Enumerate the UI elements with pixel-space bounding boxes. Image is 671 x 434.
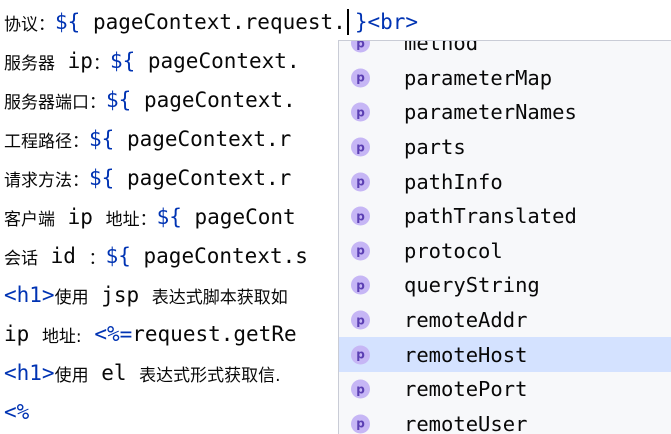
property-icon: p: [351, 102, 370, 122]
completion-item[interactable]: p pathInfo: [339, 164, 671, 199]
line-text: 服务器端口：: [4, 92, 106, 113]
line-text: 地址：: [105, 209, 157, 230]
completion-item[interactable]: p method: [339, 40, 671, 61]
jsp-expression-open: <%=: [81, 322, 133, 346]
completion-item[interactable]: p parameterMap: [339, 61, 671, 96]
code-line-10[interactable]: <h1> 使用 el 表达式形式获取信.: [4, 354, 281, 392]
line-text: 服务器: [4, 53, 55, 74]
property-icon: p: [351, 310, 370, 330]
el-open: ${: [89, 166, 115, 190]
line-text: ：: [92, 53, 110, 74]
completion-item-label: remoteHost: [404, 342, 528, 367]
line-text: 表达式形式获取信.: [139, 365, 281, 386]
property-icon: p: [351, 275, 370, 295]
code-line-2[interactable]: 服务器 ip ： ${ pageContext.: [4, 42, 300, 80]
line-text: 客户端: [4, 209, 55, 230]
el-expression: pageContext.: [131, 88, 296, 112]
completion-item[interactable]: p parameterNames: [339, 95, 671, 130]
property-icon: p: [351, 345, 370, 365]
property-icon: p: [351, 68, 370, 88]
line-code: ip: [55, 49, 93, 73]
line-code: ip: [4, 322, 42, 346]
line-code: jsp: [88, 283, 152, 307]
completion-item-label: parameterMap: [404, 65, 553, 90]
completion-item[interactable]: p queryString: [339, 268, 671, 303]
property-icon: p: [351, 206, 370, 226]
completion-item-label: pathTranslated: [404, 204, 577, 229]
code-line-6[interactable]: 客户端 ip 地址： ${ pageCont: [4, 198, 296, 236]
el-open: ${: [156, 205, 182, 229]
jsp-scriptlet-open: <%: [4, 400, 30, 424]
property-icon: p: [351, 379, 370, 399]
el-open: ${: [55, 10, 81, 34]
property-icon: p: [351, 137, 370, 157]
code-completion-popup[interactable]: p method p parameterMap p parameterNames p part…: [338, 40, 671, 434]
completion-item-label: method: [404, 40, 479, 56]
line-text: 协议：: [4, 14, 55, 35]
line-code: ip: [55, 205, 106, 229]
el-open: ${: [106, 88, 132, 112]
line-code: el: [88, 361, 140, 385]
code-line-4[interactable]: 工程路径： ${ pageContext.r: [4, 120, 291, 158]
el-expression: pageContext.: [135, 49, 300, 73]
completion-item-label: remoteAddr: [404, 308, 528, 333]
el-expression: pageContext.r: [114, 166, 292, 190]
code-line-11[interactable]: <%: [4, 393, 29, 431]
property-icon: p: [351, 414, 370, 434]
line-text: 工程路径：: [4, 131, 89, 152]
completion-item-label: parameterNames: [404, 100, 577, 125]
el-open: ${: [109, 49, 136, 73]
el-open: ${: [105, 244, 131, 268]
code-line-1[interactable]: 协议： ${ pageContext.request. } <br>: [4, 3, 418, 41]
line-text: 地址:: [41, 326, 82, 347]
code-line-9[interactable]: ip 地址: <%= request.getRe: [4, 315, 297, 353]
line-text: 会话: [4, 248, 38, 269]
completion-item-label: queryString: [404, 273, 540, 298]
line-text: 使用: [54, 365, 89, 386]
completion-item-label: protocol: [404, 238, 503, 263]
completion-item[interactable]: p remoteUser: [339, 407, 671, 434]
property-icon: p: [351, 241, 370, 261]
jsp-expression: request.getRe: [132, 322, 297, 346]
line-code: id: [38, 244, 89, 268]
el-expression: pageCont: [181, 205, 296, 229]
line-text: ：: [88, 248, 106, 269]
code-line-3[interactable]: 服务器端口： ${ pageContext.: [4, 81, 296, 119]
el-open: ${: [89, 127, 115, 151]
code-line-8[interactable]: <h1> 使用 jsp 表达式脚本获取如: [4, 276, 288, 314]
text-caret: [346, 9, 349, 35]
html-tag: <h1>: [4, 283, 55, 307]
code-line-5[interactable]: 请求方法： ${ pageContext.r: [4, 159, 291, 197]
el-expression: pageContext.request.: [80, 10, 346, 34]
completion-item[interactable]: p remoteHost: [339, 337, 671, 372]
line-text: 表达式脚本获取如: [151, 287, 288, 308]
property-icon: p: [351, 172, 370, 192]
completion-item-label: remoteUser: [404, 411, 528, 434]
completion-item-label: pathInfo: [404, 169, 503, 194]
el-expression: pageContext.r: [114, 127, 292, 151]
completion-item[interactable]: p parts: [339, 130, 671, 165]
completion-item-label: parts: [404, 135, 466, 160]
property-icon: p: [351, 41, 370, 53]
code-line-7[interactable]: 会话 id ： ${ pageContext.s: [4, 237, 308, 275]
completion-item[interactable]: p protocol: [339, 234, 671, 269]
html-tag: <br>: [367, 10, 419, 34]
el-close: }: [354, 10, 368, 34]
completion-list[interactable]: p method p parameterMap p parameterNames p part…: [339, 40, 671, 434]
completion-item-label: remotePort: [404, 377, 528, 402]
line-text: 使用: [54, 287, 89, 308]
html-tag: <h1>: [4, 361, 55, 385]
completion-item[interactable]: p remotePort: [339, 372, 671, 407]
line-text: 请求方法：: [4, 170, 89, 191]
el-expression: pageContext.s: [130, 244, 308, 268]
completion-item[interactable]: p pathTranslated: [339, 199, 671, 234]
completion-item[interactable]: p remoteAddr: [339, 303, 671, 338]
